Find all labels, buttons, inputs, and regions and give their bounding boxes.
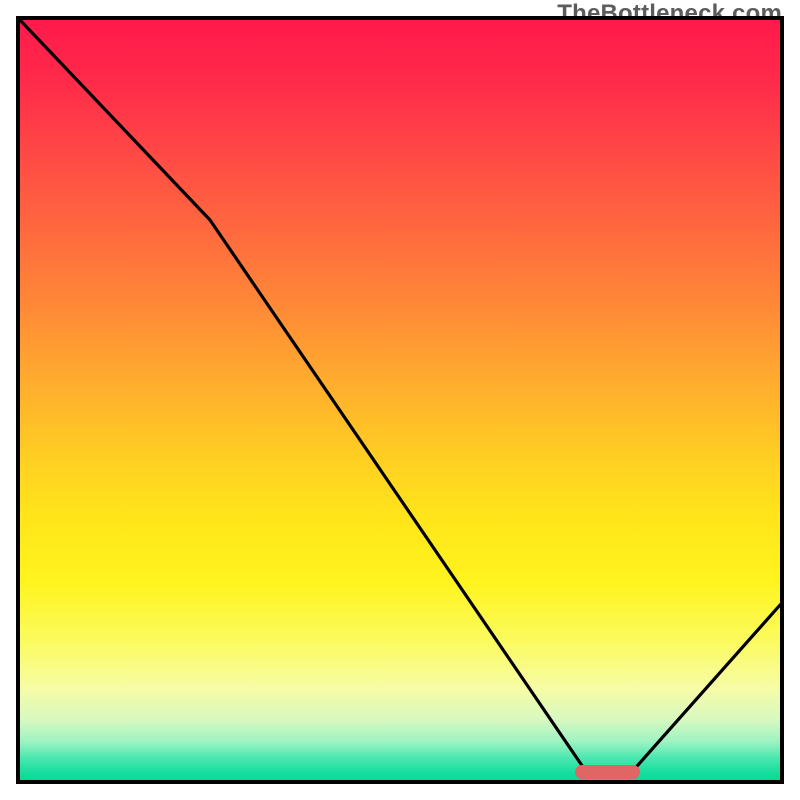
optimal-range-marker xyxy=(575,765,640,779)
bottleneck-curve-path xyxy=(20,20,780,775)
bottleneck-curve xyxy=(20,20,780,780)
chart-frame xyxy=(16,16,784,784)
